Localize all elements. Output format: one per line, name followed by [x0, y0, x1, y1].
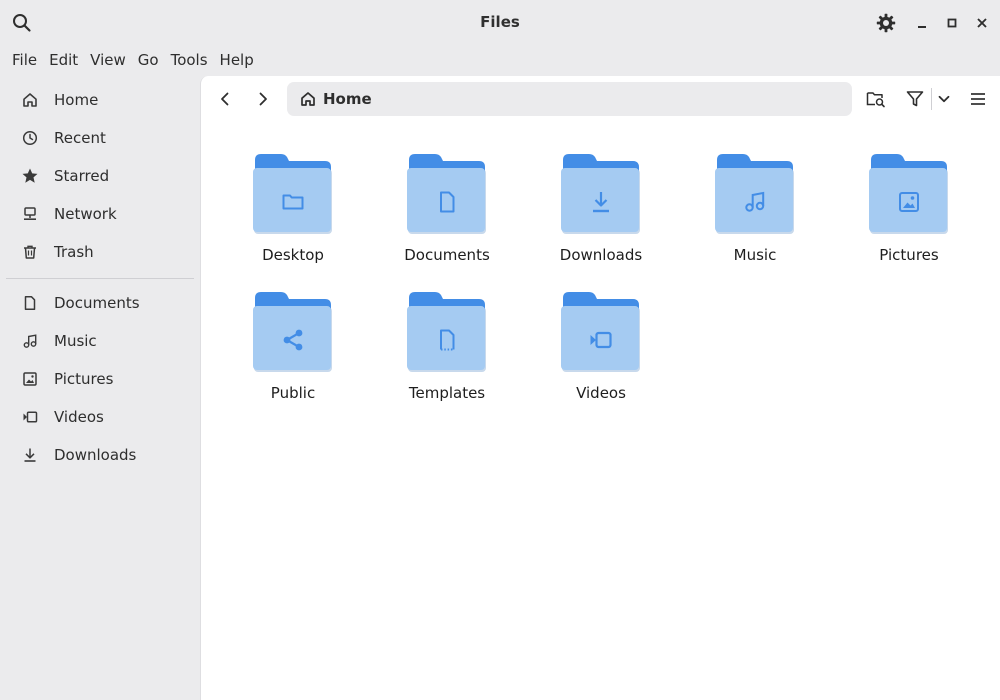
folder-icon: [407, 154, 487, 234]
menu-bar: File Edit View Go Tools Help: [0, 48, 254, 74]
close-icon: [977, 18, 987, 28]
menu-go[interactable]: Go: [138, 48, 159, 74]
folder-icon: [869, 154, 949, 234]
folder-label: Music: [733, 246, 777, 264]
share-glyph: [281, 328, 305, 352]
folder-item-public[interactable]: Public: [223, 292, 363, 420]
main-panel: Home Desktop Documents Downloads Music P…: [200, 76, 1000, 700]
folder-glyph: [281, 190, 305, 214]
folder-label: Videos: [576, 384, 626, 402]
folder-item-documents[interactable]: Documents: [377, 154, 517, 282]
sidebar-item-home[interactable]: Home: [8, 83, 194, 117]
video-icon: [18, 405, 42, 429]
sidebar-item-label: Downloads: [54, 446, 137, 464]
folder-item-downloads[interactable]: Downloads: [531, 154, 671, 282]
home-icon: [18, 88, 42, 112]
menu-view[interactable]: View: [90, 48, 126, 74]
menu-edit[interactable]: Edit: [49, 48, 78, 74]
picture-glyph: [897, 190, 921, 214]
sidebar-item-label: Pictures: [54, 370, 114, 388]
sidebar-item-network[interactable]: Network: [8, 197, 194, 231]
menu-file[interactable]: File: [12, 48, 37, 74]
folder-item-videos[interactable]: Videos: [531, 292, 671, 420]
sidebar-separator: [6, 278, 194, 279]
sidebar-item-label: Documents: [54, 294, 140, 312]
gear-icon: [876, 13, 896, 33]
folder-item-pictures[interactable]: Pictures: [839, 154, 979, 282]
menu-tools[interactable]: Tools: [171, 48, 208, 74]
search-button[interactable]: [10, 11, 34, 35]
sidebar-item-label: Recent: [54, 129, 106, 147]
sidebar-item-label: Home: [54, 91, 99, 109]
music-icon: [18, 329, 42, 353]
star-icon: [18, 164, 42, 188]
download-icon: [18, 443, 42, 467]
folder-label: Templates: [408, 384, 486, 402]
folder-item-desktop[interactable]: Desktop: [223, 154, 363, 282]
title-bar: Files: [0, 0, 1000, 46]
picture-icon: [18, 367, 42, 391]
sidebar-item-music[interactable]: Music: [8, 324, 194, 358]
settings-button[interactable]: [874, 11, 898, 35]
sidebar-item-pictures[interactable]: Pictures: [8, 362, 194, 396]
sidebar-item-starred[interactable]: Starred: [8, 159, 194, 193]
folder-icon: [561, 154, 641, 234]
clock-icon: [18, 126, 42, 150]
folder-item-templates[interactable]: Templates: [377, 292, 517, 420]
window-title: Files: [480, 13, 520, 31]
network-icon: [18, 202, 42, 226]
search-icon: [13, 14, 31, 32]
download-glyph: [589, 190, 613, 214]
sidebar-item-label: Starred: [54, 167, 110, 185]
document-glyph: [435, 190, 459, 214]
trash-icon: [18, 240, 42, 264]
folder-label: Desktop: [262, 246, 324, 264]
sidebar: Home Recent Starred Network Trash Docume…: [0, 80, 200, 700]
sidebar-item-trash[interactable]: Trash: [8, 235, 194, 269]
music-glyph: [743, 190, 767, 214]
sidebar-item-recent[interactable]: Recent: [8, 121, 194, 155]
sidebar-item-documents[interactable]: Documents: [8, 286, 194, 320]
menu-help[interactable]: Help: [220, 48, 254, 74]
folder-icon: [253, 292, 333, 372]
sidebar-item-downloads[interactable]: Downloads: [8, 438, 194, 472]
sidebar-item-label: Music: [54, 332, 97, 350]
sidebar-item-label: Trash: [54, 243, 94, 261]
video-glyph: [589, 328, 613, 352]
sidebar-item-label: Videos: [54, 408, 104, 426]
minimize-icon: [918, 26, 926, 28]
folder-label: Pictures: [879, 246, 939, 264]
close-button[interactable]: [972, 13, 992, 33]
document-icon: [18, 291, 42, 315]
folder-label: Public: [270, 384, 316, 402]
folder-icon: [715, 154, 795, 234]
folder-icon: [561, 292, 641, 372]
maximize-button[interactable]: [942, 13, 962, 33]
folder-label: Downloads: [559, 246, 643, 264]
folder-icon: [407, 292, 487, 372]
folder-icon: [253, 154, 333, 234]
maximize-icon: [947, 18, 957, 28]
sidebar-item-videos[interactable]: Videos: [8, 400, 194, 434]
template-glyph: [435, 328, 459, 352]
folder-label: Documents: [404, 246, 490, 264]
folder-grid: Desktop Documents Downloads Music Pictur…: [201, 76, 1000, 700]
minimize-button[interactable]: [912, 13, 932, 33]
folder-item-music[interactable]: Music: [685, 154, 825, 282]
sidebar-item-label: Network: [54, 205, 117, 223]
